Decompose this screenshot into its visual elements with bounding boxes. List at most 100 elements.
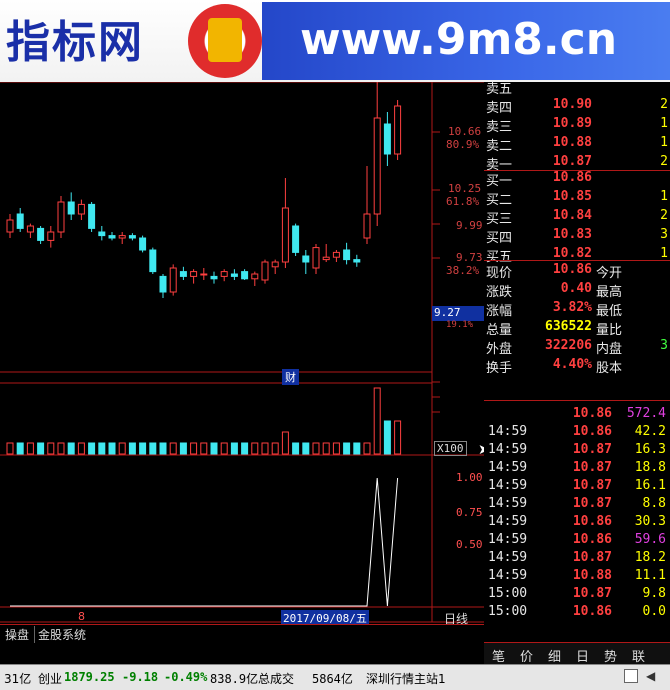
candle-body [332,251,340,258]
book-level-label: 买一 [486,174,513,189]
stat-label: 外盘 [486,342,513,357]
tab-ri[interactable]: 日 [576,646,589,665]
tick-time: 15:00 [488,604,528,619]
ask-row[interactable]: 卖四 10.90 2 [484,97,670,116]
ask-row[interactable]: 卖三 10.89 1 [484,116,670,135]
window-icon[interactable] [624,669,638,683]
volume-bar [343,442,351,455]
quote-bottom-tabs: 笔 价 细 日 势 联 [484,642,670,665]
index-value: 1879.25 [64,670,115,684]
book-level-label: 卖二 [486,139,513,154]
tick-price: 10.88 [572,568,612,583]
volume-scale-label: X100 [434,441,467,456]
volume-bar [230,442,238,455]
volume-bar [383,420,391,455]
candle-body [67,201,75,215]
bid-row[interactable]: 买三 10.84 2 [484,208,670,227]
tick-price: 10.87 [572,496,612,511]
stat-label: 涨跌 [486,285,513,300]
book-divider [484,170,670,171]
tick-row: 10.86 572.4 [484,406,670,424]
tick-row: 14:59 10.87 18.8 [484,460,670,478]
candle-body [271,261,279,268]
tick-volume: 18.8 [634,460,666,475]
candle-body [26,225,34,233]
candle-body [383,123,391,155]
indicator-tick-3: 0.50 [456,538,483,551]
ask-row[interactable]: 卖二 10.88 1 [484,135,670,154]
index-name[interactable]: 创业 [38,670,62,687]
book-price: 10.83 [552,227,592,242]
stat-row: 涨幅 3.82% 最低 [484,300,670,319]
candle-body [149,249,157,273]
tab-bi[interactable]: 笔 [492,646,505,665]
volume-bar [108,442,116,455]
ask-row[interactable]: 卖五 [484,78,670,97]
book-volume: 2 [660,154,668,169]
finance-marker[interactable]: 财 [282,369,299,385]
stat-label-2: 内盘 [596,342,623,357]
candle-body [312,247,320,269]
candle-body [230,273,238,277]
tick-price: 10.86 [572,514,612,529]
tick-row: 14:59 10.86 42.2 [484,424,670,442]
volume-bar [16,442,24,455]
tab-jingu[interactable]: 金股系统 [34,626,89,643]
candle-body [6,219,14,233]
total-turnover-value: 5864亿 [312,672,353,686]
tick-price: 10.87 [572,586,612,601]
tick-volume: 42.2 [634,424,666,439]
candle-body [281,207,289,263]
book-level-label: 卖五 [486,82,513,97]
stat-value: 0.40 [560,281,592,296]
stat-label: 涨幅 [486,304,513,319]
candle-body [220,271,228,277]
candle-body [292,225,300,253]
bid-row[interactable]: 买一 10.86 [484,170,670,189]
candle-body [37,227,45,241]
candle-body [200,273,208,276]
stat-label-2: 最低 [596,304,623,319]
speaker-icon[interactable]: ◀ [646,669,655,683]
tick-volume: 16.1 [634,478,666,493]
stat-label: 总量 [486,323,513,338]
volume-bar [322,442,330,455]
candle-body [98,231,106,237]
tick-row: 14:59 10.86 30.3 [484,514,670,532]
server-name[interactable]: 深圳行情主站1 [366,670,446,687]
tab-xi[interactable]: 细 [548,646,561,665]
candle-body [128,235,136,239]
kline-chart-svg[interactable] [0,81,484,642]
candle-body [343,249,351,261]
tab-jia[interactable]: 价 [520,646,533,665]
stat-row: 涨跌 0.40 最高 [484,281,670,300]
book-volume: 2 [660,208,668,223]
tick-volume: 59.6 [634,532,666,547]
tick-price: 10.86 [572,424,612,439]
volume-bar [88,442,96,455]
candle-body [322,256,330,261]
stat-value: 10.86 [552,262,592,277]
volume-bar [210,442,218,455]
book-price: 10.86 [552,170,592,185]
candle-body [363,213,371,239]
stat-label-2: 股本 [596,361,623,376]
tab-caopan[interactable]: 操盘 [2,626,32,643]
price-label-1: 10.66 [448,125,482,138]
tick-price: 10.86 [572,604,612,619]
seal-emblem-icon [208,18,242,62]
bid-row[interactable]: 买二 10.85 1 [484,189,670,208]
tab-shi[interactable]: 势 [604,646,617,665]
book-volume: 3 [660,227,668,242]
book-volume: 1 [660,116,668,131]
candle-body [47,231,55,241]
stat-value-2: 3 [660,338,668,353]
kline-chart-area[interactable]: 10.66 80.9% 10.25 61.8% 9.99 9.73 38.2% … [0,81,490,642]
tick-time: 14:59 [488,460,528,475]
bid-row[interactable]: 买四 10.83 3 [484,227,670,246]
volume-bar [312,442,320,455]
tab-lian[interactable]: 联 [632,646,645,665]
tick-time: 14:59 [488,532,528,547]
tick-time: 14:59 [488,568,528,583]
stat-row: 现价 10.86 今开 [484,262,670,281]
